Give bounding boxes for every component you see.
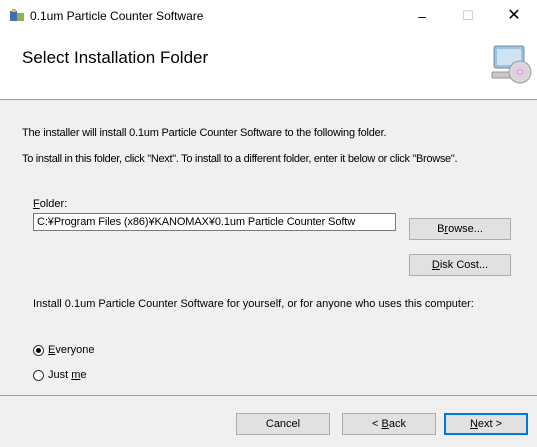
title-bar[interactable]: 0.1um Particle Counter Software – ☐ ✕ (0, 0, 537, 32)
page-title: Select Installation Folder (22, 48, 209, 67)
close-button[interactable]: ✕ (499, 6, 529, 26)
radio-selected-icon[interactable] (33, 344, 44, 356)
minimize-button[interactable]: – (407, 6, 437, 26)
radio-just-me[interactable]: Just me (33, 369, 87, 381)
radio-everyone-label: Everyone (48, 344, 95, 356)
content-area: The installer will install 0.1um Particl… (0, 100, 537, 395)
computer-disc-icon (491, 45, 532, 84)
installer-app-icon (10, 9, 24, 21)
installer-window: 0.1um Particle Counter Software – ☐ ✕ Se… (0, 0, 537, 447)
cancel-button[interactable]: Cancel (236, 413, 330, 435)
disk-cost-button[interactable]: Disk Cost... (409, 254, 511, 276)
back-button[interactable]: < Back (342, 413, 436, 435)
radio-just-me-label: Just me (48, 369, 87, 381)
folder-field[interactable]: C:¥Program Files (x86)¥KANOMAX¥0.1um Par… (33, 213, 396, 231)
install-scope-text: Install 0.1um Particle Counter Software … (33, 298, 474, 310)
maximize-button[interactable]: ☐ (453, 6, 483, 26)
next-button[interactable]: Next > (444, 413, 528, 435)
window-title: 0.1um Particle Counter Software (30, 9, 204, 23)
button-bar: Cancel < Back Next > (0, 395, 537, 447)
intro-text: The installer will install 0.1um Particl… (22, 127, 387, 139)
instruction-text: To install in this folder, click "Next".… (22, 153, 458, 165)
browse-button[interactable]: Browse... (409, 218, 511, 240)
header-banner: Select Installation Folder (0, 32, 537, 100)
folder-label: Folder: (33, 198, 68, 210)
radio-everyone[interactable]: Everyone (33, 344, 94, 356)
radio-unselected-icon[interactable] (33, 369, 44, 381)
